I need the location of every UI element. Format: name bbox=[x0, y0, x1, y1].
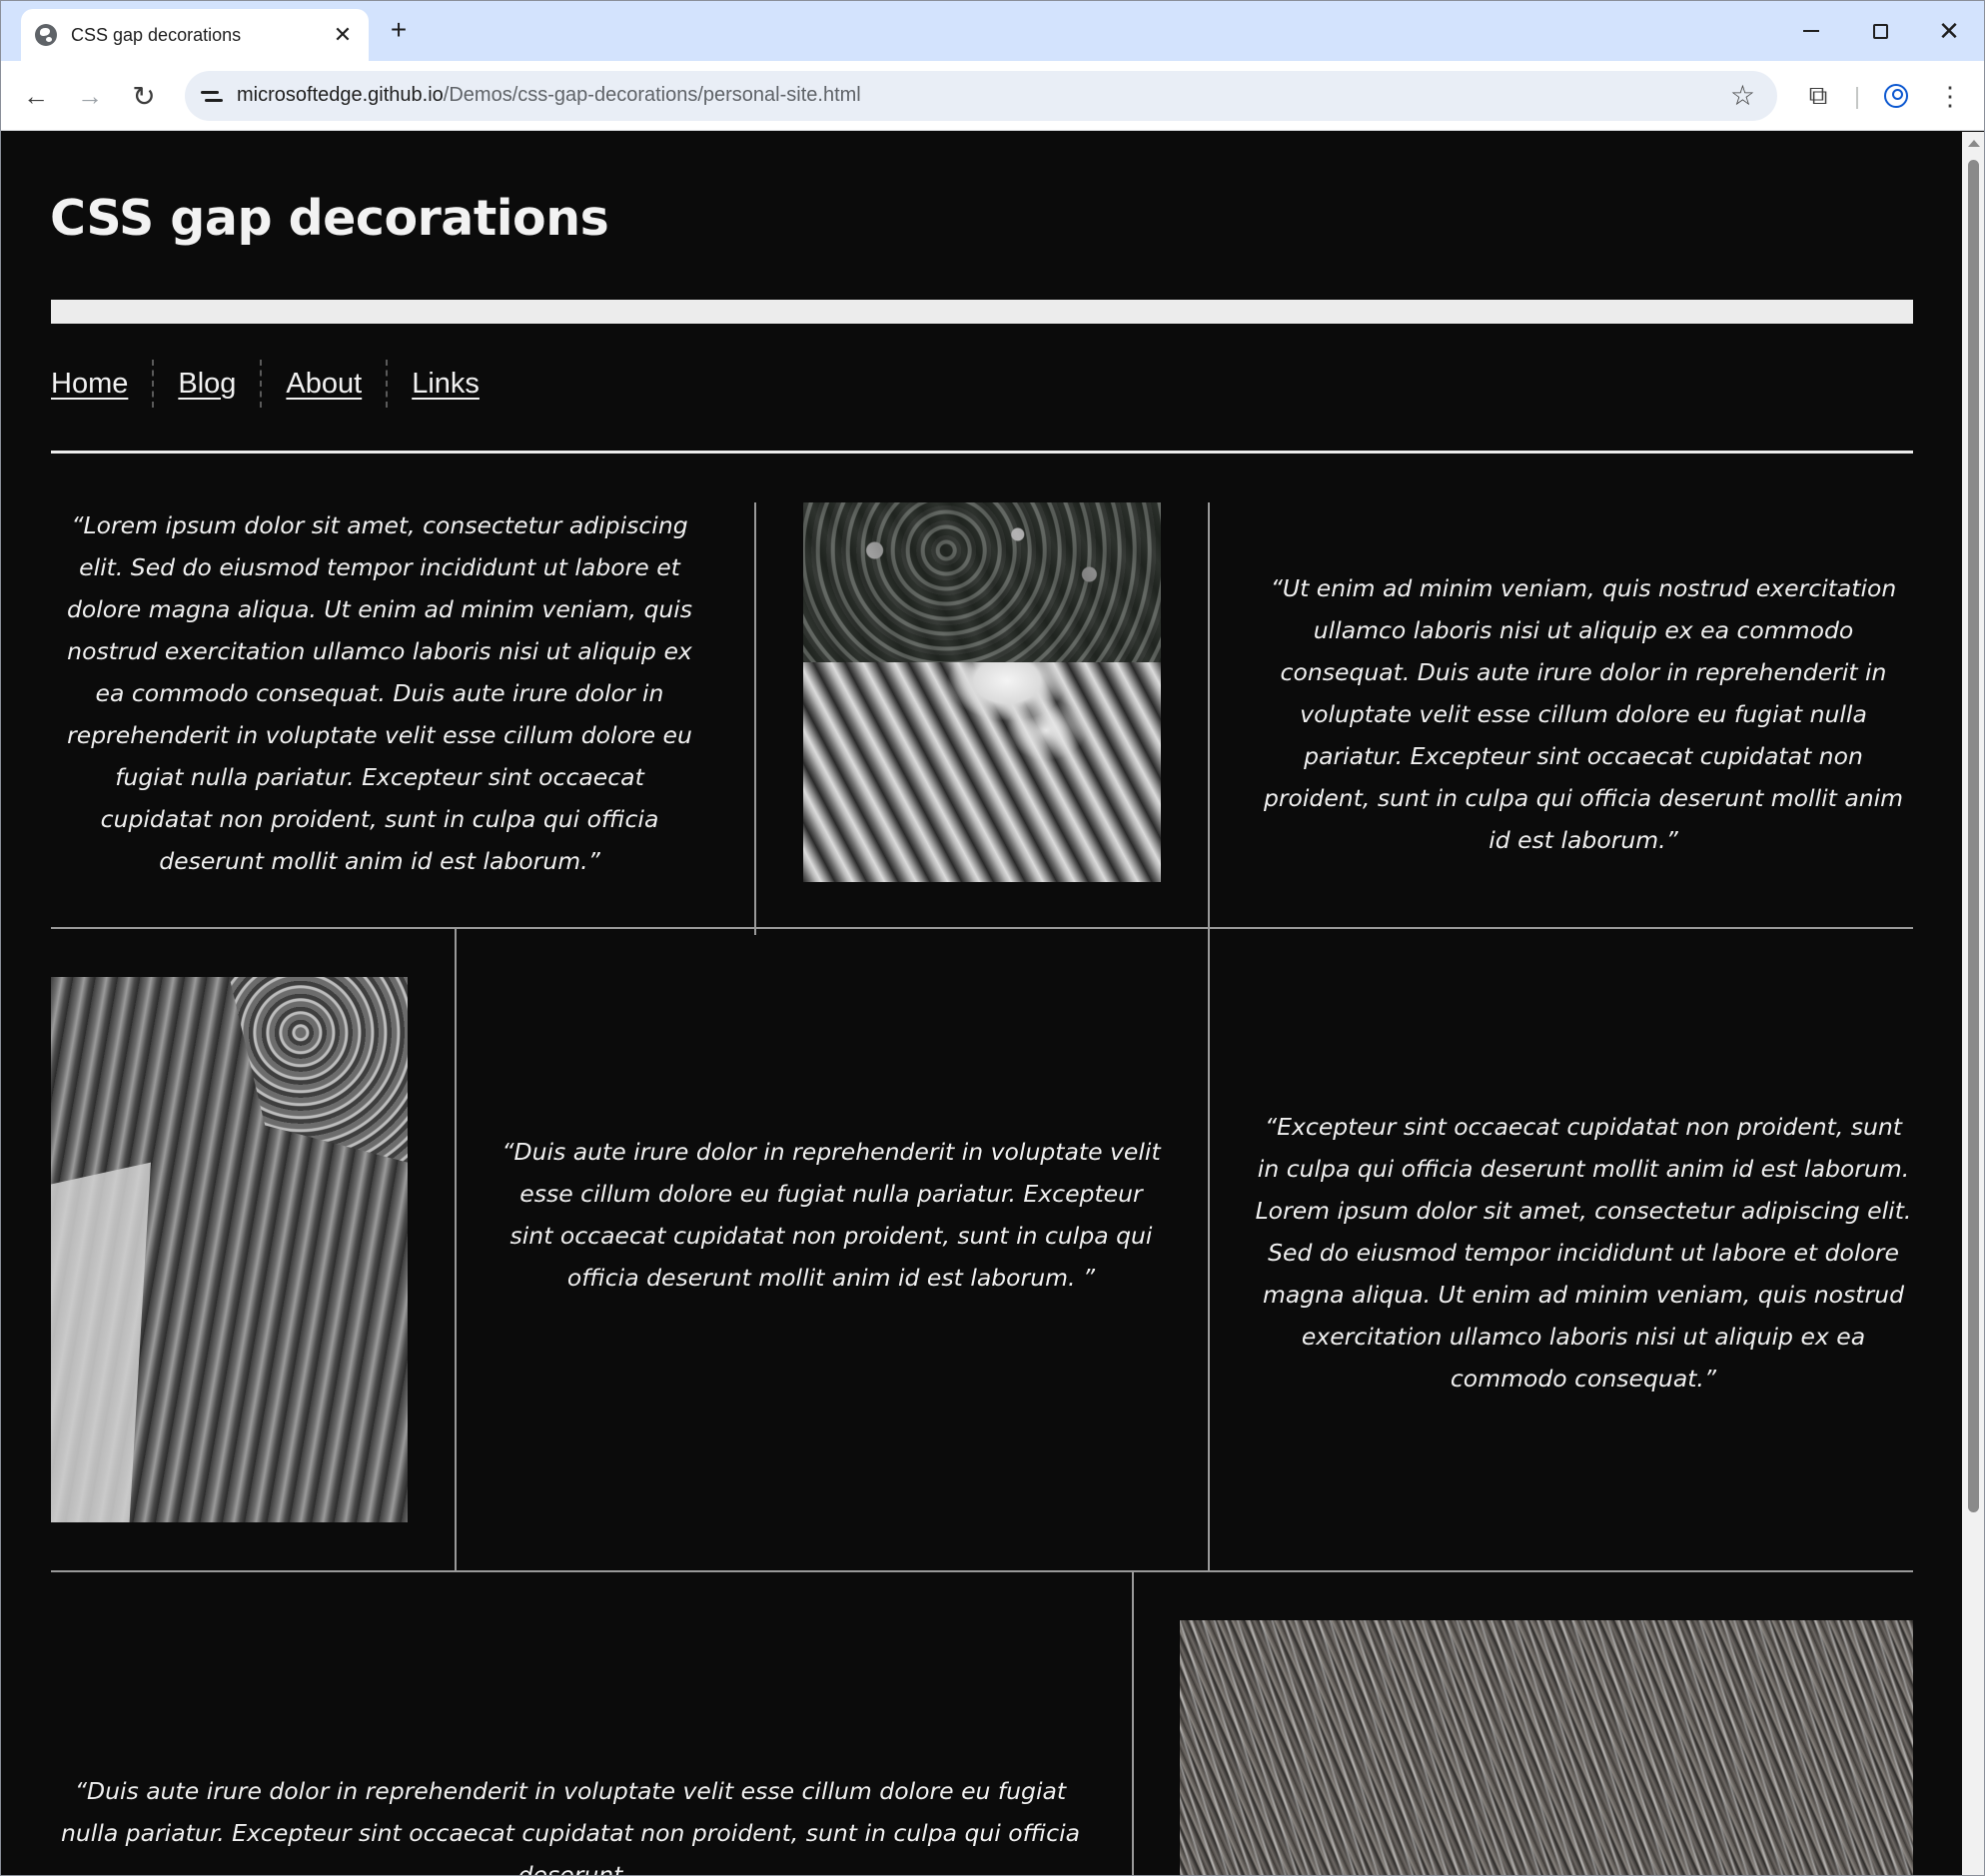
gap-divider bbox=[1132, 1572, 1134, 1875]
reload-button[interactable]: ↻ bbox=[125, 77, 163, 115]
nav-link-home[interactable]: Home bbox=[51, 368, 152, 401]
fur-texture-photo bbox=[1180, 1620, 1913, 1875]
url-text[interactable]: microsoftedge.github.io/Demos/css-gap-de… bbox=[237, 84, 861, 107]
cat-on-bamboo-photo bbox=[803, 502, 1161, 882]
vertical-scrollbar[interactable] bbox=[1962, 132, 1984, 1875]
tune-icon[interactable] bbox=[199, 81, 229, 111]
page-viewport: CSS gap decorations Home Blog About Link… bbox=[2, 132, 1962, 1876]
close-icon[interactable]: ✕ bbox=[331, 22, 355, 48]
quote-1: “Lorem ipsum dolor sit amet, consectetur… bbox=[66, 511, 693, 875]
minimize-icon bbox=[1803, 30, 1819, 32]
forward-button[interactable]: → bbox=[71, 77, 109, 115]
site-nav: Home Blog About Links bbox=[51, 357, 503, 411]
window-close-button[interactable]: ✕ bbox=[1929, 11, 1969, 51]
url-path: /Demos/css-gap-decorations/personal-site… bbox=[443, 84, 861, 106]
scrollbar-thumb[interactable] bbox=[1968, 160, 1979, 1512]
star-icon[interactable]: ☆ bbox=[1730, 79, 1755, 112]
quote-2: “Ut enim ad minim veniam, quis nostrud e… bbox=[1263, 574, 1904, 854]
browser-toolbar: ← → ↻ microsoftedge.github.io/Demos/css-… bbox=[1, 61, 1984, 131]
maximize-icon bbox=[1872, 23, 1888, 39]
gap-divider bbox=[754, 502, 756, 935]
minimize-button[interactable] bbox=[1791, 11, 1831, 51]
title-underline-bar bbox=[51, 300, 1913, 324]
profile-icon[interactable] bbox=[1877, 77, 1915, 115]
globe-icon bbox=[35, 24, 57, 46]
url-host: microsoftedge.github.io bbox=[237, 84, 444, 106]
address-bar[interactable]: microsoftedge.github.io/Demos/css-gap-de… bbox=[185, 71, 1777, 121]
quote-5: “Duis aute irure dolor in reprehenderit … bbox=[60, 1777, 1081, 1876]
puzzle-icon[interactable]: ⧉ bbox=[1799, 77, 1837, 115]
browser-window: CSS gap decorations ✕ + ✕ ← → ↻ microsof… bbox=[0, 0, 1985, 1876]
quote-4: “Excepteur sint occaecat cupidatat non p… bbox=[1255, 1113, 1912, 1393]
maximize-button[interactable] bbox=[1860, 11, 1900, 51]
gap-divider bbox=[1208, 502, 1210, 1571]
tab-title: CSS gap decorations bbox=[71, 24, 242, 45]
olive-tree-photo bbox=[51, 977, 408, 1522]
toolbar-divider bbox=[1856, 87, 1858, 109]
back-button[interactable]: ← bbox=[17, 77, 55, 115]
tab-strip: CSS gap decorations ✕ + ✕ bbox=[1, 1, 1984, 61]
nav-link-links[interactable]: Links bbox=[388, 368, 503, 401]
nav-rule bbox=[51, 451, 1913, 454]
quote-3: “Duis aute irure dolor in reprehenderit … bbox=[501, 1138, 1161, 1292]
tab-active[interactable]: CSS gap decorations ✕ bbox=[21, 9, 369, 61]
kebab-menu-icon[interactable]: ⋮ bbox=[1931, 77, 1969, 115]
row-divider bbox=[51, 927, 1913, 929]
nav-link-about[interactable]: About bbox=[262, 368, 386, 401]
page-title: CSS gap decorations bbox=[50, 190, 609, 247]
scroll-up-arrow-icon[interactable] bbox=[1968, 140, 1980, 147]
row-divider bbox=[51, 1570, 1913, 1572]
nav-link-blog[interactable]: Blog bbox=[154, 368, 260, 401]
gap-divider bbox=[455, 929, 457, 1571]
new-tab-button[interactable]: + bbox=[383, 15, 415, 47]
